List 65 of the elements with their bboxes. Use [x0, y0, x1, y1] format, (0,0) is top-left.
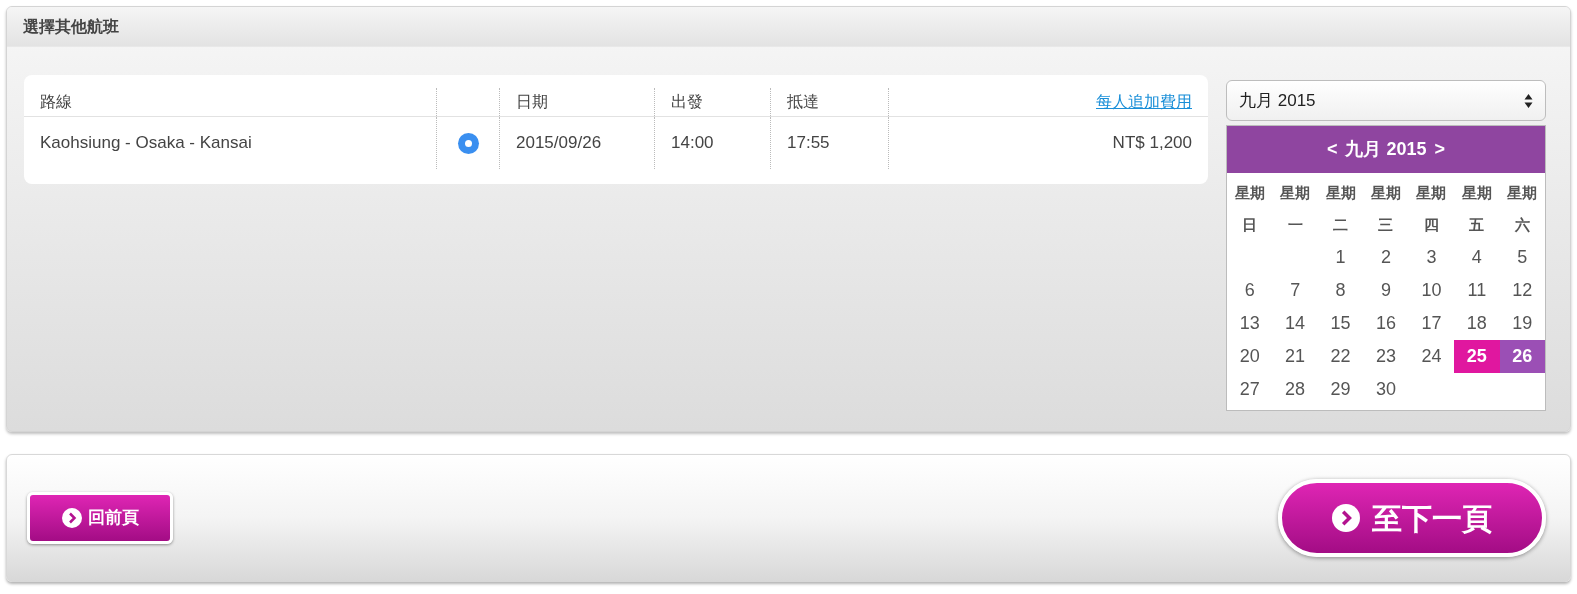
- weekday-label: 星期: [1416, 183, 1447, 203]
- calendar-day[interactable]: 14: [1285, 310, 1306, 337]
- column-header: 出發: [671, 92, 703, 112]
- column-header: 路線: [40, 92, 72, 112]
- highlighted-day[interactable]: 25: [1454, 340, 1500, 373]
- weekday-label: 五: [1469, 215, 1485, 235]
- weekday-label: 星期: [1325, 183, 1356, 203]
- weekday-label: 六: [1514, 215, 1530, 235]
- table-cell-text: 14:00: [671, 132, 714, 155]
- calendar-day[interactable]: 10: [1421, 277, 1442, 304]
- weekday-label: 日: [1242, 215, 1258, 235]
- fee-column-link[interactable]: 每人追加費用: [1096, 90, 1192, 114]
- weekday-label: 星期: [1280, 183, 1311, 203]
- calendar-day[interactable]: 27: [1239, 376, 1260, 403]
- calendar-day[interactable]: 9: [1381, 277, 1391, 304]
- month-select[interactable]: 九月 2015: [1226, 80, 1546, 121]
- radio-button[interactable]: [457, 132, 479, 154]
- weekday-label: 星期: [1461, 183, 1492, 203]
- calendar-day[interactable]: 1: [1335, 244, 1346, 271]
- calendar-day[interactable]: 12: [1512, 277, 1533, 304]
- calendar-day[interactable]: 24: [1421, 343, 1442, 370]
- calendar-day[interactable]: 20: [1239, 343, 1260, 370]
- table-cell-text: Kaohsiung - Osaka - Kansai: [40, 132, 252, 155]
- arrow-circle-icon: [61, 508, 82, 528]
- next-month-link[interactable]: >: [1434, 136, 1446, 163]
- calendar-day[interactable]: 13: [1239, 310, 1260, 337]
- panel-title: 選擇其他航班: [23, 16, 119, 37]
- calendar-day[interactable]: 23: [1375, 343, 1396, 370]
- arrow-circle-icon: [1332, 504, 1360, 532]
- calendar-day[interactable]: 11: [1467, 277, 1487, 304]
- calendar-day[interactable]: 22: [1330, 343, 1351, 370]
- next-button[interactable]: 至下一頁: [1278, 479, 1546, 557]
- calendar-day[interactable]: 5: [1517, 244, 1528, 271]
- weekday-label: 四: [1423, 215, 1439, 235]
- calendar-day[interactable]: 21: [1285, 343, 1306, 370]
- calendar-day[interactable]: 19: [1512, 310, 1533, 337]
- previous-month-link[interactable]: <: [1326, 136, 1338, 163]
- weekday-label: 二: [1333, 215, 1349, 235]
- calendar-day[interactable]: 6: [1244, 277, 1255, 304]
- table-cell-text: NT$ 1,200: [1112, 132, 1192, 155]
- weekday-label: 星期: [1234, 183, 1265, 203]
- weekday-label: 三: [1378, 215, 1394, 235]
- table-cell-text: 2015/09/26: [516, 132, 602, 155]
- calendar-day[interactable]: 15: [1330, 310, 1351, 337]
- back-button[interactable]: 回前頁: [27, 492, 173, 544]
- calendar-day[interactable]: 18: [1466, 310, 1487, 337]
- weekday-label: 一: [1287, 215, 1303, 235]
- calendar-day[interactable]: 28: [1285, 376, 1306, 403]
- calendar-day[interactable]: 4: [1471, 244, 1482, 271]
- calendar-day[interactable]: 7: [1290, 277, 1301, 304]
- column-header: 日期: [516, 92, 548, 112]
- calendar-day[interactable]: 8: [1335, 277, 1346, 304]
- highlighted-day[interactable]: 26: [1499, 340, 1545, 373]
- table-cell-text: 17:55: [787, 132, 830, 155]
- weekday-label: 星期: [1371, 183, 1401, 203]
- calendar-day[interactable]: 29: [1330, 376, 1351, 403]
- calendar-day[interactable]: 17: [1421, 310, 1442, 337]
- calendar-title: 九月 2015: [1345, 138, 1427, 161]
- calendar-day[interactable]: 30: [1375, 376, 1396, 403]
- dropdown-arrows-icon: [1524, 92, 1533, 109]
- weekday-label: 星期: [1507, 183, 1538, 203]
- calendar-day[interactable]: 16: [1375, 310, 1396, 337]
- calendar-day[interactable]: 3: [1426, 244, 1437, 271]
- column-header: 抵達: [787, 92, 819, 112]
- calendar-day[interactable]: 2: [1381, 244, 1391, 271]
